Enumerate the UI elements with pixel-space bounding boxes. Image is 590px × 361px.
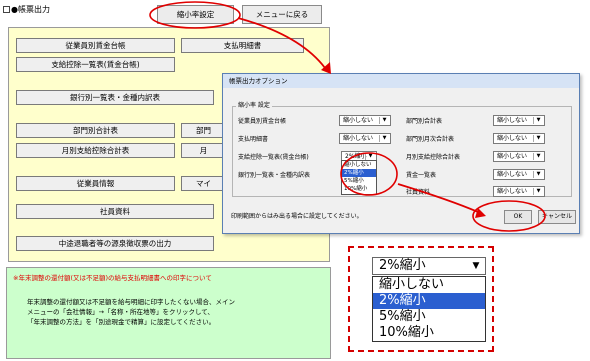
annotation-arrow-line bbox=[397, 183, 479, 213]
annotation-circle bbox=[149, 1, 241, 29]
annotation-circle bbox=[340, 152, 398, 196]
annotation-arrow-line bbox=[237, 17, 326, 69]
annotation-overlay bbox=[149, 1, 546, 232]
